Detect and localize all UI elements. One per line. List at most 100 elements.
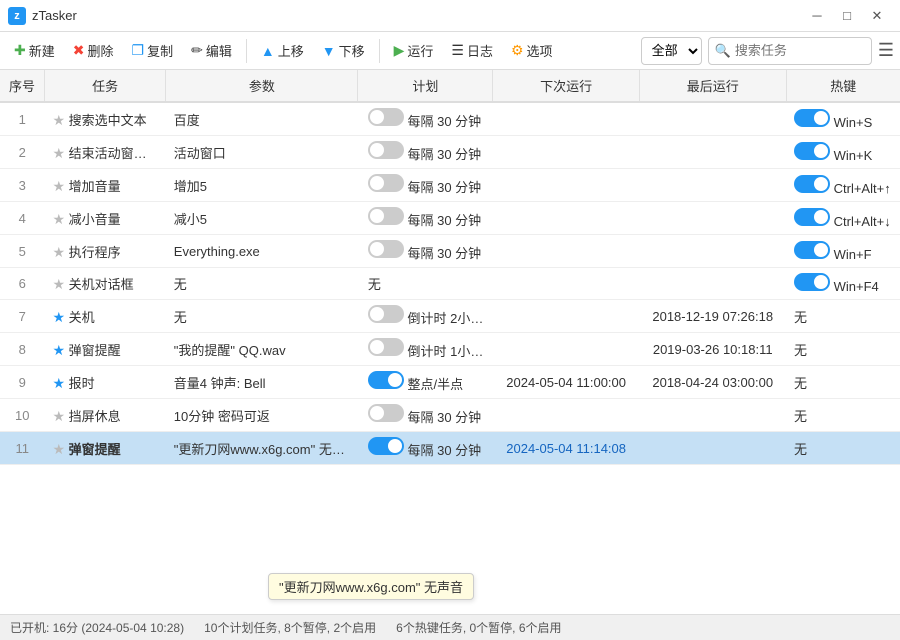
schedule-toggle[interactable] [368,338,404,356]
toggle-knob [814,275,828,289]
schedule-toggle[interactable] [368,404,404,422]
col-nextrun: 下次运行 [493,70,640,102]
cell-task[interactable]: ★ 弹窗提醒 [44,333,165,366]
schedule-toggle[interactable] [368,371,404,389]
search-input[interactable] [735,43,865,58]
edit-icon: ✏ [191,42,203,59]
table-row[interactable]: 4★ 减小音量减小5 每隔 30 分钟 Ctrl+Alt+↓ [0,202,900,235]
col-params: 参数 [166,70,358,102]
schedule-toggle[interactable] [368,305,404,323]
table-row[interactable]: 11★ 弹窗提醒"更新刀网www.x6g.com" 无… 每隔 30 分钟202… [0,432,900,465]
toggle-knob [814,111,828,125]
cell-task[interactable]: ★ 搜索选中文本 [44,102,165,136]
up-button[interactable]: ▲ 上移 [253,37,312,64]
star-icon[interactable]: ★ [52,244,65,260]
cell-schedule: 每隔 30 分钟 [358,169,493,202]
hotkey-toggle[interactable] [794,273,830,291]
table-row[interactable]: 9★ 报时音量4 钟声: Bell 整点/半点2024-05-04 11:00:… [0,366,900,399]
cell-nextrun [493,399,640,432]
close-button[interactable]: ✕ [862,0,892,32]
hotkey-toggle[interactable] [794,175,830,193]
cell-params: 百度 [166,102,358,136]
star-icon[interactable]: ★ [52,211,65,227]
toggle-knob [370,242,384,256]
hotkey-toggle[interactable] [794,142,830,160]
task-list: 1★ 搜索选中文本百度 每隔 30 分钟 Win+S2★ 结束活动窗…活动窗口 … [0,102,900,465]
option-button[interactable]: ⚙ 选项 [503,37,561,64]
app-icon: z [8,7,26,25]
cell-params: 10分钟 密码可返 [166,399,358,432]
cell-lastrun: 2019-03-26 10:18:11 [639,333,786,366]
star-icon[interactable]: ★ [52,112,65,128]
edit-button[interactable]: ✏ 编辑 [183,37,240,64]
cell-task[interactable]: ★ 执行程序 [44,235,165,268]
cell-hotkey: 无 [786,432,900,465]
schedule-toggle[interactable] [368,437,404,455]
schedule-toggle[interactable] [368,240,404,258]
down-button[interactable]: ▼ 下移 [314,37,373,64]
cell-task[interactable]: ★ 结束活动窗… [44,136,165,169]
task-name-label: 关机 [65,310,95,325]
task-name-label: 弹窗提醒 [65,442,121,457]
cell-nextrun [493,235,640,268]
table-row[interactable]: 1★ 搜索选中文本百度 每隔 30 分钟 Win+S [0,102,900,136]
log-icon: ☰ [451,42,464,59]
star-icon[interactable]: ★ [52,342,65,358]
schedule-toggle[interactable] [368,108,404,126]
maximize-button[interactable]: □ [832,0,862,32]
col-hotkey: 热键 [786,70,900,102]
task-name-label: 搜索选中文本 [65,113,147,128]
cell-lastrun [639,202,786,235]
table-row[interactable]: 6★ 关机对话框无无 Win+F4 [0,268,900,300]
star-icon[interactable]: ★ [52,441,65,457]
cell-hotkey: 无 [786,333,900,366]
star-icon[interactable]: ★ [52,178,65,194]
cell-task[interactable]: ★ 挡屏休息 [44,399,165,432]
log-button[interactable]: ☰ 日志 [443,37,501,64]
cell-lastrun [639,169,786,202]
star-icon[interactable]: ★ [52,276,65,292]
cell-lastrun [639,136,786,169]
schedule-toggle[interactable] [368,141,404,159]
cell-nextrun [493,169,640,202]
hotkey-toggle[interactable] [794,208,830,226]
cell-task[interactable]: ★ 关机对话框 [44,268,165,300]
star-icon[interactable]: ★ [52,408,65,424]
cell-task[interactable]: ★ 报时 [44,366,165,399]
filter-select[interactable]: 全部 [641,37,702,65]
minimize-button[interactable]: ─ [802,0,832,32]
star-icon[interactable]: ★ [52,375,65,391]
table-row[interactable]: 2★ 结束活动窗…活动窗口 每隔 30 分钟 Win+K [0,136,900,169]
table-row[interactable]: 7★ 关机无 倒计时 2小…2018-12-19 07:26:18无 [0,300,900,333]
cell-task[interactable]: ★ 弹窗提醒 [44,432,165,465]
star-icon[interactable]: ★ [52,145,65,161]
schedule-toggle[interactable] [368,174,404,192]
cell-task[interactable]: ★ 减小音量 [44,202,165,235]
task-name-label: 执行程序 [65,245,121,260]
task-name-label: 报时 [65,376,95,391]
table-row[interactable]: 8★ 弹窗提醒"我的提醒" QQ.wav 倒计时 1小…2019-03-26 1… [0,333,900,366]
cell-params: "更新刀网www.x6g.com" 无… [166,432,358,465]
grid-view-button[interactable]: ☰ [878,40,894,61]
cell-params: 音量4 钟声: Bell [166,366,358,399]
new-button[interactable]: ✚ 新建 [6,37,63,64]
star-icon[interactable]: ★ [52,309,65,325]
schedule-toggle[interactable] [368,207,404,225]
toggle-knob [370,110,384,124]
copy-button[interactable]: ❐ 复制 [124,37,182,64]
cell-id: 5 [0,235,44,268]
hotkey-toggle[interactable] [794,241,830,259]
table-row[interactable]: 10★ 挡屏休息10分钟 密码可返 每隔 30 分钟无 [0,399,900,432]
table-row[interactable]: 5★ 执行程序Everything.exe 每隔 30 分钟 Win+F [0,235,900,268]
cell-task[interactable]: ★ 关机 [44,300,165,333]
hotkey-toggle[interactable] [794,109,830,127]
run-button[interactable]: ▶ 运行 [386,37,442,64]
cell-id: 9 [0,366,44,399]
cell-task[interactable]: ★ 增加音量 [44,169,165,202]
table-row[interactable]: 3★ 增加音量增加5 每隔 30 分钟 Ctrl+Alt+↑ [0,169,900,202]
delete-button[interactable]: ✖ 删除 [65,37,122,64]
cell-lastrun: 2018-12-19 07:26:18 [639,300,786,333]
cell-hotkey: Win+F4 [786,268,900,300]
cell-id: 11 [0,432,44,465]
cell-hotkey: 无 [786,300,900,333]
